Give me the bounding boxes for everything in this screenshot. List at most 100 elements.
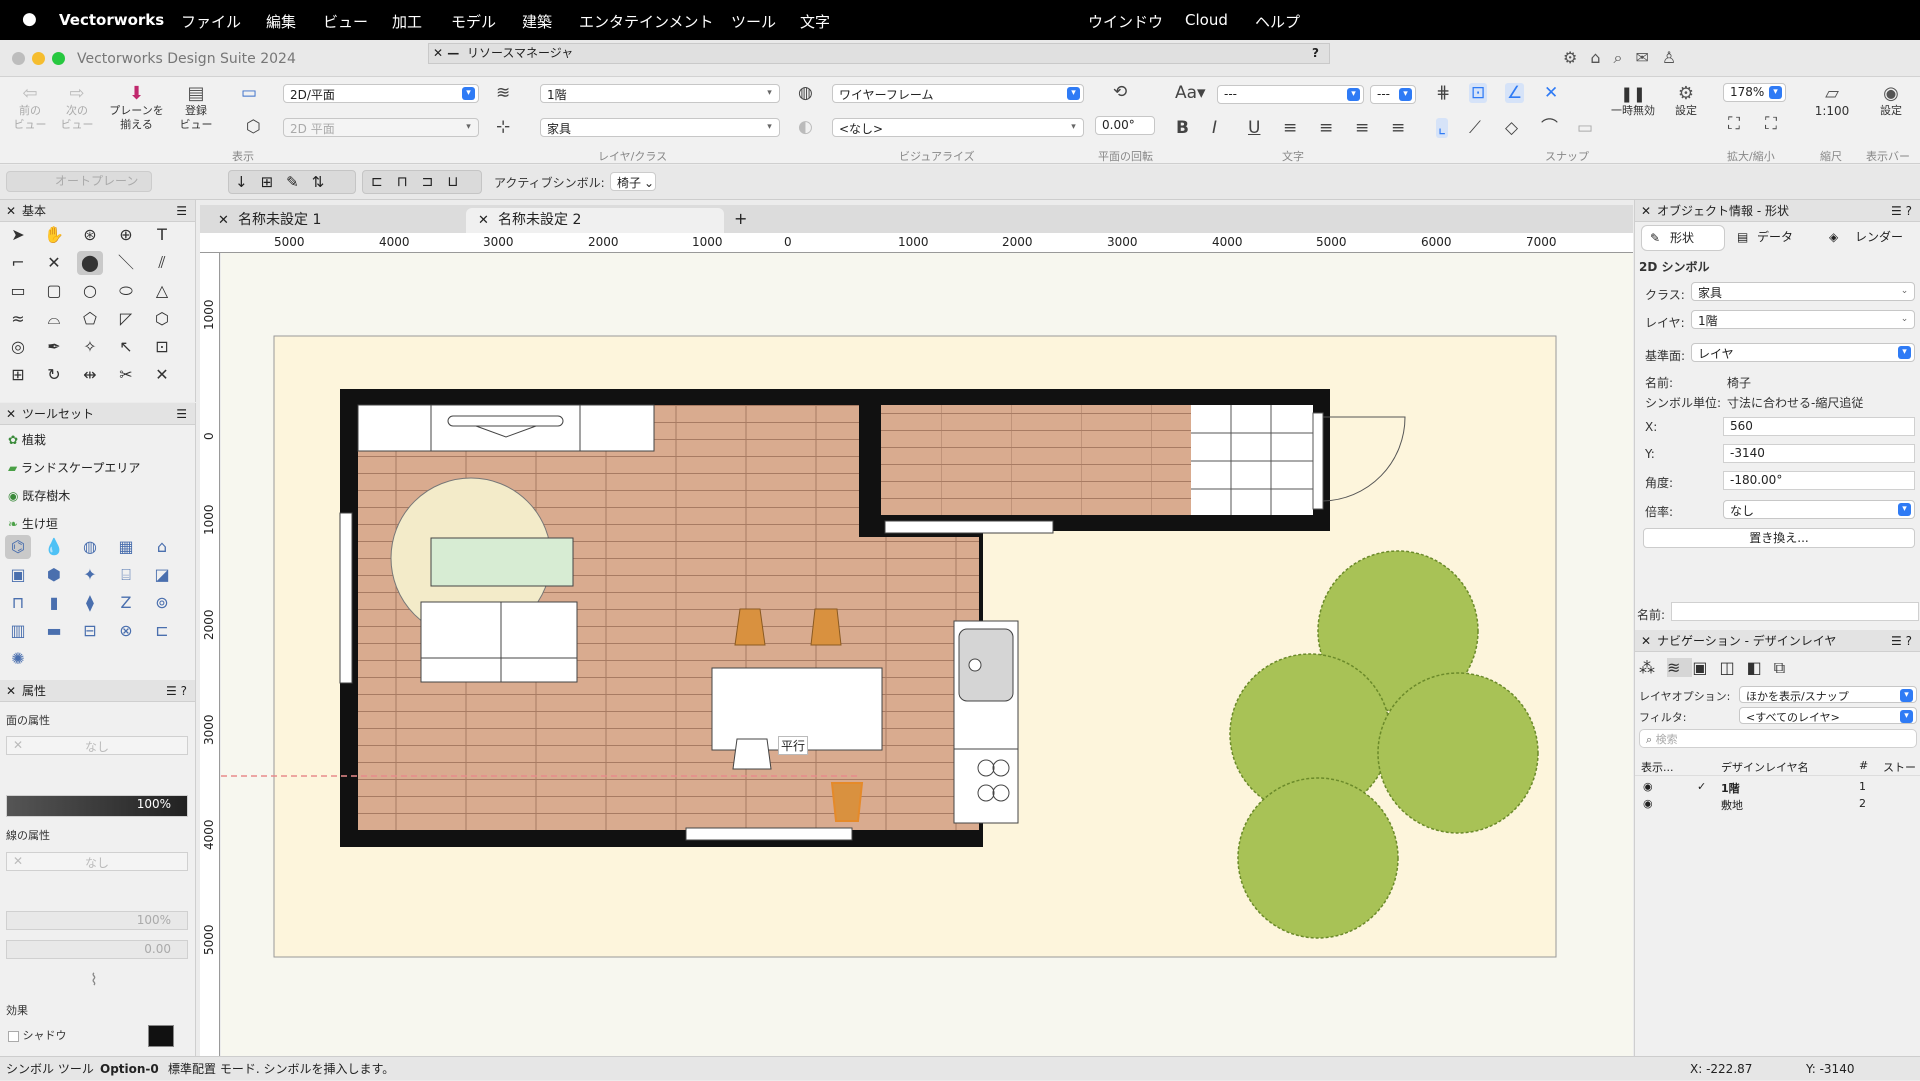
reference-icon[interactable]: ⧉ xyxy=(1774,658,1797,677)
close-icon[interactable]: ✕ — xyxy=(433,44,459,63)
floor-plan-drawing[interactable] xyxy=(221,253,1633,1056)
drawing-area[interactable]: 平行 xyxy=(221,253,1633,1056)
projection-dropdown[interactable]: 2D 平面 ▾ xyxy=(283,118,479,137)
projection-icon[interactable]: ⬡ xyxy=(246,117,261,137)
plane-rotation-icon[interactable]: ⟲ xyxy=(1113,82,1127,102)
font-icon[interactable]: Aa▾ xyxy=(1175,83,1206,103)
align-left-icon[interactable]: ≡ xyxy=(1283,118,1297,138)
minimize-window-button[interactable] xyxy=(32,52,45,65)
gear-icon[interactable]: ✺ xyxy=(5,647,31,671)
shelf-icon[interactable]: ▥ xyxy=(5,619,31,643)
view-dropdown[interactable]: 2D/平面 ▾ xyxy=(283,84,479,103)
angle-field[interactable]: -180.00° xyxy=(1723,471,1915,490)
font-size-dropdown[interactable]: --- ▾ xyxy=(1217,85,1364,104)
lighting-icon[interactable]: ◐ xyxy=(798,117,813,137)
close-icon[interactable]: ✕ xyxy=(1641,630,1651,652)
fit-to-window-icon[interactable]: ⛶ xyxy=(1728,114,1740,134)
regular-polygon-tool-icon[interactable]: ⬡ xyxy=(149,307,175,331)
line-opacity-slider[interactable]: 100% xyxy=(6,911,188,930)
italic-icon[interactable]: I xyxy=(1212,118,1217,138)
snap-object-icon[interactable]: ⊡ xyxy=(1469,83,1488,103)
grid-icon[interactable]: ▦ xyxy=(113,535,139,559)
table-row[interactable]: ◉ ✓ 1階 1 xyxy=(1635,780,1920,797)
snap-distance-icon[interactable]: ⌞ xyxy=(1436,118,1448,138)
filter-dropdown[interactable]: <すべてのレイヤ> ▾ xyxy=(1739,707,1917,724)
view-mode-icon[interactable]: ▭ xyxy=(241,83,257,103)
help-icon[interactable]: ? xyxy=(1312,44,1319,63)
network-icon[interactable]: ⁂ xyxy=(1639,658,1667,677)
rotation-field[interactable]: 0.00° xyxy=(1095,116,1155,135)
text-tool-icon[interactable]: T xyxy=(149,223,175,247)
align-plane-button[interactable]: ⬇ プレーンを 揃える xyxy=(104,84,169,132)
toolset-item-landscape-area[interactable]: ▰ ランドスケープエリア xyxy=(8,459,140,476)
visualize-dropdown[interactable]: <なし> ▾ xyxy=(832,118,1084,137)
double-polygon-tool-icon[interactable]: ◸ xyxy=(113,307,139,331)
insert-point-top-icon[interactable]: ⊔ xyxy=(447,174,472,190)
menu-file[interactable]: ファイル xyxy=(181,11,241,32)
attribute-mapping-tool-icon[interactable]: ⊡ xyxy=(149,335,175,359)
magic-wand-tool-icon[interactable]: ✧ xyxy=(77,335,103,359)
account-icon[interactable]: ♙ xyxy=(1662,48,1689,67)
previous-view-button[interactable]: ⇦ 前の ビュー xyxy=(8,84,52,132)
line-thickness-field[interactable]: 0.00 xyxy=(6,940,188,959)
menu-icon[interactable]: ☰ xyxy=(176,200,187,222)
active-symbol-dropdown[interactable]: 椅子 ⌄ xyxy=(610,172,656,191)
snap-grid-icon[interactable]: ⋕ xyxy=(1436,83,1450,103)
rail-icon[interactable]: ⊟ xyxy=(77,619,103,643)
menu-text[interactable]: 文字 xyxy=(800,11,830,32)
snap-edge-icon[interactable]: ◇ xyxy=(1505,118,1518,138)
menu-edit[interactable]: 編集 xyxy=(266,11,296,32)
insert-point-left-icon[interactable]: ⊏ xyxy=(371,174,397,190)
new-tab-button[interactable]: + xyxy=(734,209,747,228)
tab-render[interactable]: ◈ レンダー xyxy=(1821,225,1917,251)
polygon-tool-icon[interactable]: ⬠ xyxy=(77,307,103,331)
flyover-tool-icon[interactable]: ⊛ xyxy=(77,223,103,247)
snap-intersection-icon[interactable]: ✕ xyxy=(1544,83,1558,103)
standard-insert-icon[interactable]: ↓ xyxy=(235,173,261,191)
building-icon[interactable]: ⌂ xyxy=(149,535,175,559)
close-icon[interactable]: ✕ xyxy=(6,200,16,222)
tab-document-2[interactable]: ✕ 名称未設定 2 xyxy=(466,208,724,233)
menu-modify[interactable]: 加工 xyxy=(392,11,422,32)
stair-icon[interactable]: ⌸ xyxy=(113,563,139,587)
scale-field[interactable]: なし ▾ xyxy=(1723,500,1915,519)
layers-icon[interactable]: ≋ xyxy=(496,83,510,103)
toolset-item-hedge[interactable]: ❧ 生け垣 xyxy=(8,515,58,532)
menu-cloud[interactable]: Cloud xyxy=(1185,11,1228,29)
layer-icon[interactable]: ▣ xyxy=(5,563,31,587)
view-bar-settings-button[interactable]: ◉ 設定 xyxy=(1868,84,1914,118)
menu-app-name[interactable]: Vectorworks xyxy=(59,11,164,29)
table-row[interactable]: ◉ 敷地 2 xyxy=(1635,797,1920,814)
class-field[interactable]: 家具 ⌄ xyxy=(1691,282,1915,301)
zoning-icon[interactable]: Z xyxy=(113,591,139,615)
site-model-icon[interactable]: ⌬ xyxy=(5,535,31,559)
close-icon[interactable]: ✕ xyxy=(478,208,489,233)
col-story[interactable]: ストー xyxy=(1883,759,1916,775)
zoom-window-button[interactable] xyxy=(52,52,65,65)
layer-field[interactable]: 1階 ⌄ xyxy=(1691,310,1915,329)
oval-tool-icon[interactable]: ⬭ xyxy=(113,279,139,303)
split-tool-icon[interactable]: ✕ xyxy=(149,363,175,387)
render-icon[interactable]: ◍ xyxy=(798,83,813,103)
menu-icon[interactable]: ☰ ? xyxy=(166,680,187,702)
saved-view-icon[interactable]: ◧ xyxy=(1747,658,1774,677)
bold-icon[interactable]: B xyxy=(1176,118,1189,138)
menu-icon[interactable]: ☰ ? xyxy=(1891,630,1912,652)
shadow-color-swatch[interactable] xyxy=(148,1025,174,1047)
pan-tool-icon[interactable]: ✋ xyxy=(41,223,67,247)
eye-icon[interactable]: ◉ xyxy=(1643,797,1653,810)
pipe-icon[interactable]: ⬢ xyxy=(41,563,67,587)
menu-spotlight[interactable]: エンタテインメント xyxy=(579,11,714,32)
plane-field[interactable]: レイヤ ▾ xyxy=(1691,343,1915,362)
close-window-button[interactable] xyxy=(12,52,25,65)
menu-tools[interactable]: ツール xyxy=(731,11,776,32)
pier-icon[interactable]: ⊏ xyxy=(149,619,175,643)
underline-icon[interactable]: U xyxy=(1248,118,1260,138)
snap-surface-icon[interactable]: ▭ xyxy=(1577,118,1593,138)
camera-icon[interactable]: ⊚ xyxy=(149,591,175,615)
fit-to-objects-icon[interactable]: ⛶ xyxy=(1765,114,1777,134)
close-icon[interactable]: ✕ xyxy=(218,208,229,233)
ruler-icon[interactable]: ▬ xyxy=(41,619,67,643)
footer-name-field[interactable] xyxy=(1671,602,1919,621)
column-icon[interactable]: ▮ xyxy=(41,591,67,615)
